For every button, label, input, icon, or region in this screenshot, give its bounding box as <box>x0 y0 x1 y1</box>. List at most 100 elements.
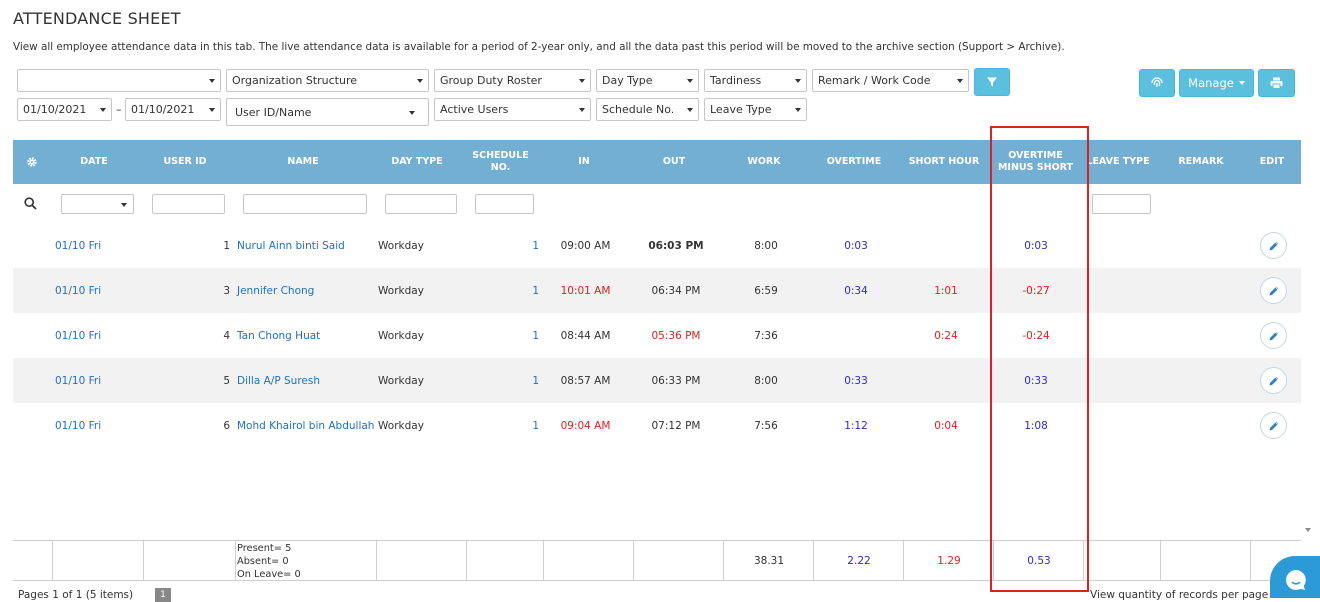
work-cell: 7:36 <box>754 329 778 342</box>
user-id-name-select[interactable]: User ID/Name <box>226 98 429 126</box>
records-per-page-label: View quantity of records per page <box>1090 589 1269 601</box>
column-schedule-no[interactable]: SCHEDULE NO. <box>468 140 533 184</box>
date-cell[interactable]: 01/10 Fri <box>55 268 101 313</box>
print-button[interactable] <box>1258 69 1295 97</box>
column-user-id[interactable]: USER ID <box>144 140 226 184</box>
date-from-select[interactable]: 01/10/2021 <box>17 98 112 121</box>
out-time-cell: 06:03 PM <box>648 239 704 252</box>
chevron-down-icon <box>687 79 693 83</box>
date-filter-select[interactable] <box>61 194 134 214</box>
schedule-no-cell[interactable]: 1 <box>493 313 539 358</box>
column-day-type[interactable]: DAY TYPE <box>377 140 457 184</box>
table-row: 01/10 Fri 1 Nurul Ainn binti Said Workday 1 0… <box>13 223 1301 268</box>
name-link[interactable]: Dilla A/P Suresh <box>237 358 320 403</box>
short-hour-cell: 0:24 <box>934 329 958 342</box>
column-remark[interactable]: REMARK <box>1161 140 1241 184</box>
filter-tardiness[interactable]: Tardiness <box>704 69 807 92</box>
day-type-cell: Workday <box>378 419 424 432</box>
filter-schedule-no[interactable]: Schedule No. <box>596 98 699 121</box>
user-id-cell: 3 <box>223 284 230 297</box>
chevron-down-icon <box>1238 81 1245 85</box>
short-hour-cell: 1:01 <box>934 284 958 297</box>
table-header: DATE USER ID NAME DAY TYPE SCHEDULE NO. … <box>13 140 1301 184</box>
footer-cell <box>543 541 634 581</box>
column-work[interactable]: WORK <box>724 140 804 184</box>
filter-group-duty-roster[interactable]: Group Duty Roster <box>434 69 591 92</box>
edit-button[interactable] <box>1260 322 1287 349</box>
schedule-no-cell[interactable]: 1 <box>493 358 539 403</box>
date-cell[interactable]: 01/10 Fri <box>55 313 101 358</box>
work-cell: 8:00 <box>754 239 778 252</box>
date-to-select[interactable]: 01/10/2021 <box>125 98 221 121</box>
pager-text: Pages 1 of 1 (5 items) <box>18 589 134 601</box>
user-id-filter-input[interactable] <box>152 194 225 214</box>
footer-cell <box>143 541 236 581</box>
filter-button[interactable] <box>974 68 1010 96</box>
absent-count: Absent= 0 <box>237 555 289 567</box>
table-row: 01/10 Fri 4 Tan Chong Huat Workday 1 08:44 AM… <box>13 313 1301 358</box>
name-link[interactable]: Tan Chong Huat <box>237 313 320 358</box>
pencil-icon <box>1269 241 1278 250</box>
schedule-no-cell[interactable]: 1 <box>493 223 539 268</box>
column-in[interactable]: IN <box>544 140 624 184</box>
highlight-box <box>990 126 1089 592</box>
work-cell: 7:56 <box>754 419 778 432</box>
name-link[interactable]: Nurul Ainn binti Said <box>237 223 345 268</box>
day-type-cell: Workday <box>378 329 424 342</box>
column-name[interactable]: NAME <box>243 140 363 184</box>
pager-current-page[interactable]: 1 <box>155 588 171 602</box>
edit-button[interactable] <box>1260 277 1287 304</box>
fingerprint-button[interactable] <box>1139 69 1175 97</box>
edit-button[interactable] <box>1260 412 1287 439</box>
chevron-down-icon <box>579 79 585 83</box>
column-overtime[interactable]: OVERTIME <box>814 140 894 184</box>
filter-active-users[interactable]: Active Users <box>434 98 591 121</box>
schedule-filter-input[interactable] <box>475 194 534 214</box>
work-cell: 8:00 <box>754 374 778 387</box>
filter-leave-type[interactable]: Leave Type <box>704 98 807 121</box>
chevron-down-icon <box>417 79 423 83</box>
in-time-cell: 08:44 AM <box>560 329 611 342</box>
edit-button[interactable] <box>1260 367 1287 394</box>
search-icon <box>24 197 37 210</box>
date-separator: – <box>116 103 122 116</box>
filter-select-blank[interactable] <box>17 69 221 92</box>
overtime-cell: 0:33 <box>844 374 868 387</box>
name-link[interactable]: Mohd Khairol bin Abdullah <box>237 403 374 448</box>
day-type-filter-input[interactable] <box>385 194 457 214</box>
settings-gear-button[interactable] <box>13 140 51 184</box>
footer-cell <box>376 541 467 581</box>
filter-organization-structure[interactable]: Organization Structure <box>226 69 429 92</box>
page-title: ATTENDANCE SHEET <box>13 9 181 28</box>
fingerprint-icon <box>1151 77 1163 87</box>
total-overtime: 2.22 <box>813 541 904 581</box>
filter-day-type[interactable]: Day Type <box>596 69 699 92</box>
chevron-down-icon <box>409 111 415 115</box>
scroll-down-arrow[interactable] <box>1305 528 1311 532</box>
present-count: Present= 5 <box>237 542 292 554</box>
column-date[interactable]: DATE <box>53 140 135 184</box>
schedule-no-cell[interactable]: 1 <box>493 403 539 448</box>
column-short-hour[interactable]: SHORT HOUR <box>904 140 984 184</box>
schedule-no-cell[interactable]: 1 <box>493 268 539 313</box>
chevron-down-icon <box>687 108 693 112</box>
column-out[interactable]: OUT <box>634 140 714 184</box>
column-leave-type[interactable]: LEAVE TYPE <box>1084 140 1152 184</box>
in-time-cell: 09:04 AM <box>560 419 611 432</box>
leave-type-filter-input[interactable] <box>1092 194 1151 214</box>
out-time-cell: 06:34 PM <box>651 284 701 297</box>
footer-cell <box>1083 541 1161 581</box>
chevron-down-icon <box>957 79 963 83</box>
user-id-cell: 1 <box>223 239 230 252</box>
manage-dropdown-button[interactable]: Manage <box>1179 69 1254 97</box>
filter-remark-work-code[interactable]: Remark / Work Code <box>812 69 969 92</box>
date-cell[interactable]: 01/10 Fri <box>55 223 101 268</box>
date-cell[interactable]: 01/10 Fri <box>55 403 101 448</box>
table-row: 01/10 Fri 6 Mohd Khairol bin Abdullah Workd… <box>13 403 1301 448</box>
edit-button[interactable] <box>1260 232 1287 259</box>
name-link[interactable]: Jennifer Chong <box>237 268 314 313</box>
footer-cell <box>52 541 143 581</box>
name-filter-input[interactable] <box>243 194 367 214</box>
chat-widget-button[interactable] <box>1270 556 1320 598</box>
date-cell[interactable]: 01/10 Fri <box>55 358 101 403</box>
